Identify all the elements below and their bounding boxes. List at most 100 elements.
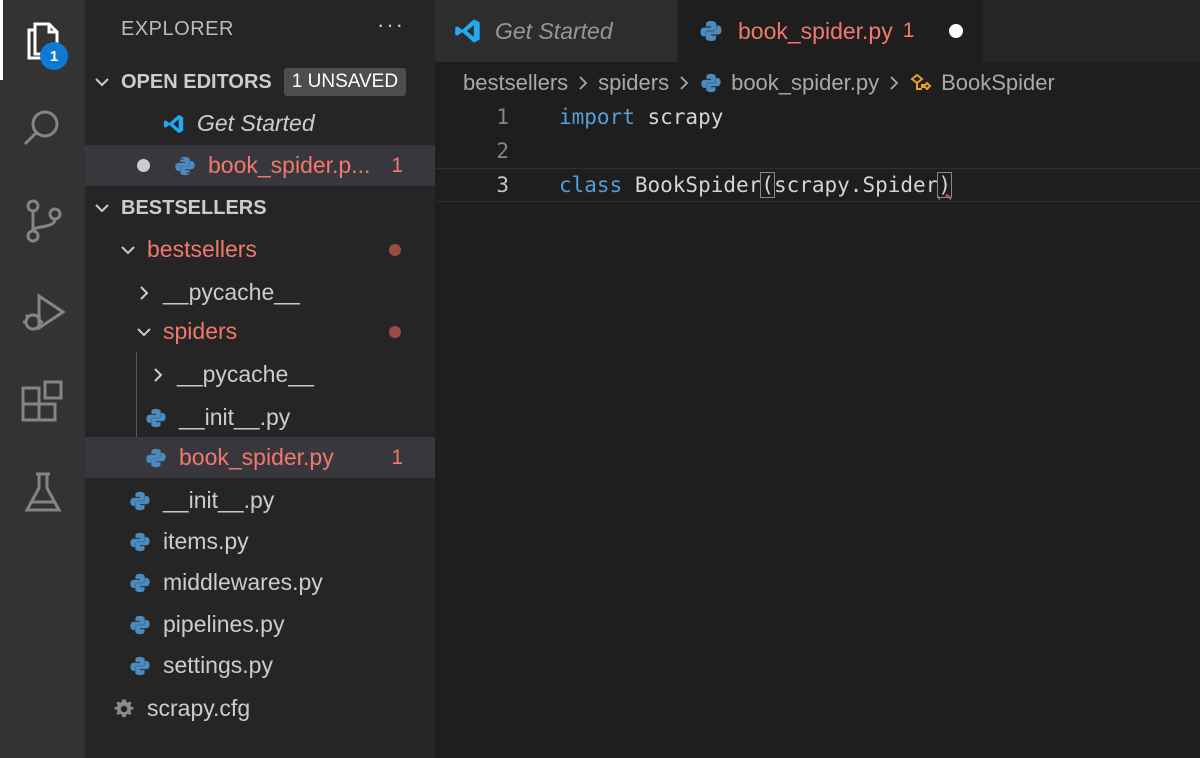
tree-item-label: bestsellers [147, 236, 257, 262]
code-paren: ( [760, 172, 775, 198]
code-text[interactable]: class BookSpider(scrapy.Spider) [559, 172, 952, 198]
tab-label: book_spider.py [738, 17, 893, 44]
code-class-name: BookSpider [622, 173, 762, 197]
breadcrumb-item[interactable]: spiders [598, 70, 669, 96]
testing-icon[interactable] [0, 452, 85, 532]
code-line: 2 [435, 134, 1200, 168]
python-icon [127, 653, 153, 679]
tab-bar: Get Started book_spider.py 1 [435, 0, 1200, 62]
tree-item-settings-py[interactable]: settings.py [85, 645, 435, 686]
tree-item-scrapy-cfg[interactable]: scrapy.cfg [85, 688, 435, 729]
tree-item-label: pipelines.py [163, 611, 285, 637]
python-icon [127, 612, 153, 638]
chevron-down-icon [133, 321, 155, 343]
open-editors-label: OPEN EDITORS [121, 70, 272, 93]
vscode-icon [161, 111, 187, 137]
tree-item-items-py[interactable]: items.py [85, 521, 435, 562]
python-icon [172, 153, 198, 179]
source-control-icon[interactable] [0, 180, 85, 260]
python-icon [143, 445, 169, 471]
tree-item-label: scrapy.cfg [147, 695, 251, 721]
class-symbol-icon [909, 71, 933, 95]
tree-item-bestsellers[interactable]: bestsellers [85, 229, 435, 270]
code-keyword: class [559, 173, 623, 197]
tree-item-pycache[interactable]: __pycache__ [85, 272, 435, 313]
chevron-right-icon [576, 74, 590, 92]
tree-item-label: book_spider.py [179, 444, 334, 470]
line-number: 2 [496, 139, 509, 163]
project-header[interactable]: BESTSELLERS [85, 188, 435, 228]
python-icon [127, 529, 153, 555]
code-line: 1 import scrapy [435, 100, 1200, 134]
code-line-current: 3 class BookSpider(scrapy.Spider) [435, 168, 1200, 202]
breadcrumb-item[interactable]: BookSpider [941, 70, 1055, 96]
tree-item-pipelines-py[interactable]: pipelines.py [85, 604, 435, 645]
open-editor-label: Get Started [197, 110, 315, 136]
code-text[interactable]: import scrapy [559, 105, 723, 129]
tree-item-label: __pycache__ [163, 279, 300, 305]
chevron-right-icon [133, 282, 155, 304]
more-actions-icon[interactable]: ··· [377, 12, 405, 38]
unsaved-badge: 1 UNSAVED [283, 68, 407, 96]
gear-icon [111, 696, 137, 722]
problems-count: 1 [391, 153, 403, 177]
chevron-down-icon [117, 239, 139, 261]
problems-count: 1 [902, 19, 915, 42]
unsaved-dot[interactable] [949, 24, 963, 38]
chevron-right-icon [677, 74, 691, 92]
tab-get-started[interactable]: Get Started [435, 0, 677, 62]
tree-item-label: items.py [163, 528, 249, 554]
python-icon [127, 488, 153, 514]
line-number: 1 [496, 105, 509, 129]
code-paren-error: ) [937, 172, 952, 198]
python-icon [696, 16, 726, 46]
extensions-icon[interactable] [0, 362, 85, 442]
search-icon[interactable] [0, 88, 85, 168]
open-editor-label: book_spider.p... [208, 152, 371, 178]
breadcrumb-item[interactable]: bestsellers [463, 70, 568, 96]
python-icon [143, 405, 169, 431]
open-editors-header[interactable]: OPEN EDITORS 1 UNSAVED [85, 62, 435, 102]
tree-item-label: __pycache__ [177, 361, 314, 387]
tree-item-middlewares-py[interactable]: middlewares.py [85, 562, 435, 603]
modified-dot [389, 325, 401, 338]
python-icon [699, 71, 723, 95]
open-editor-book-spider[interactable]: book_spider.p... 1 [85, 145, 435, 186]
chevron-down-icon [91, 197, 113, 219]
tab-book-spider[interactable]: book_spider.py 1 [678, 0, 983, 62]
python-icon [127, 570, 153, 596]
breadcrumb-item[interactable]: book_spider.py [731, 70, 879, 96]
tree-item-init-py[interactable]: __init__.py [85, 397, 435, 438]
tree-item-init-py[interactable]: __init__.py [85, 480, 435, 521]
tree-item-spiders[interactable]: spiders [85, 311, 435, 352]
modified-dot [389, 243, 401, 256]
code-identifier: scrapy [634, 105, 724, 129]
activity-bar: 1 [0, 0, 85, 758]
active-indicator [0, 0, 3, 80]
explorer-icon[interactable]: 1 [0, 0, 85, 80]
code-keyword: import [559, 105, 635, 129]
tree-item-label: middlewares.py [163, 569, 323, 595]
tree-item-pycache[interactable]: __pycache__ [85, 354, 435, 395]
code-identifier: scrapy.Spider [773, 173, 939, 197]
explorer-sidebar: EXPLORER ··· OPEN EDITORS 1 UNSAVED Get … [85, 0, 435, 758]
chevron-right-icon [887, 74, 901, 92]
tree-item-label: __init__.py [179, 404, 291, 430]
run-debug-icon[interactable] [0, 272, 85, 352]
tree-item-label: __init__.py [163, 487, 275, 513]
explorer-badge: 1 [40, 42, 68, 70]
tree-item-label: settings.py [163, 652, 273, 678]
tree-item-book-spider[interactable]: book_spider.py 1 [85, 437, 435, 478]
chevron-down-icon [91, 71, 113, 93]
vscode-icon [453, 16, 483, 46]
open-editor-get-started[interactable]: Get Started [85, 103, 435, 144]
project-label: BESTSELLERS [121, 196, 267, 219]
breadcrumb: bestsellers spiders book_spider.py BookS… [463, 62, 1055, 104]
problems-count: 1 [391, 445, 403, 469]
chevron-right-icon [147, 364, 169, 386]
unsaved-dot[interactable] [137, 159, 150, 172]
tab-label: Get Started [495, 17, 613, 44]
tree-item-label: spiders [163, 318, 238, 344]
editor-area: Get Started book_spider.py 1 bestsellers… [435, 0, 1200, 758]
line-number: 3 [496, 173, 509, 197]
